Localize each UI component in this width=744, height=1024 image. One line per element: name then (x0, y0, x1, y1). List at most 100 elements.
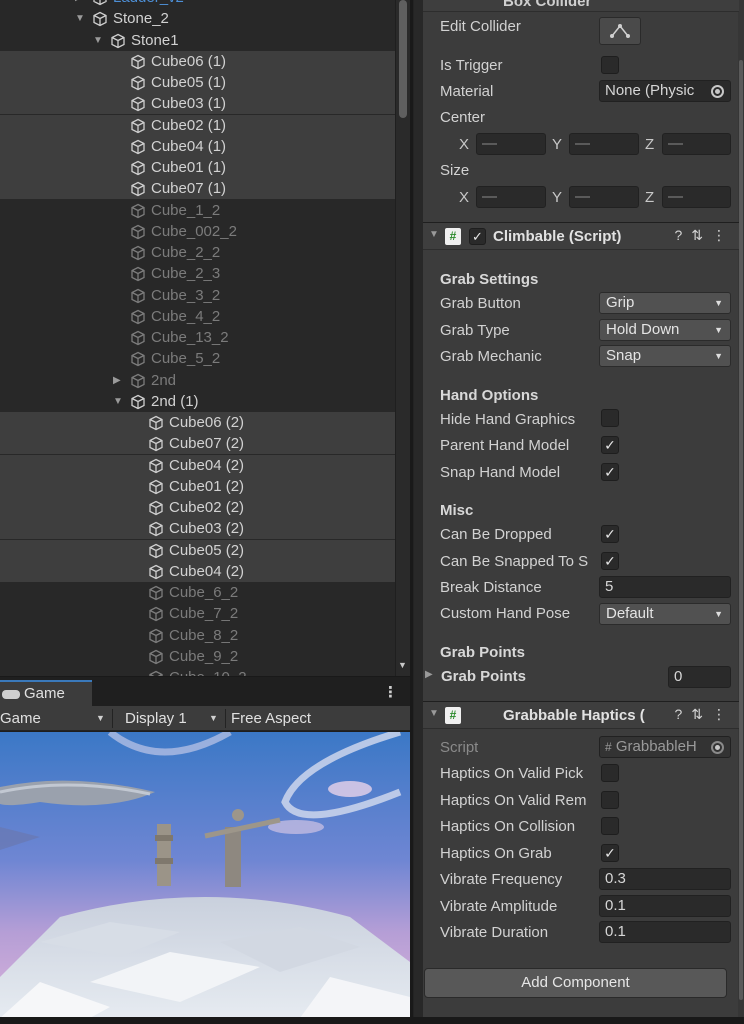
foldout-right-icon[interactable]: ▶ (113, 370, 121, 391)
script-field: # GrabbableH (599, 736, 731, 758)
can-be-snapped-checkbox[interactable]: ✓ (601, 552, 619, 570)
inspector-scrollbar[interactable] (738, 0, 744, 1017)
parent-hand-model-checkbox[interactable]: ✓ (601, 436, 619, 454)
grabbable-haptics-header[interactable]: ▼ # Grabbable Haptics ( ?⇅⋮ (423, 701, 739, 729)
hierarchy-row[interactable]: Cube_8_2 (0, 625, 395, 646)
hierarchy-scrollbar-thumb[interactable] (399, 0, 407, 118)
haptics-on-grab-checkbox[interactable]: ✓ (601, 844, 619, 862)
game-render-viewport[interactable] (0, 732, 410, 1018)
kebab-menu-icon[interactable]: ⋮ (712, 706, 735, 722)
hierarchy-row[interactable]: ▼ 2nd (1) (0, 391, 395, 412)
game-mode-dropdown[interactable]: Game ▼ (0, 706, 112, 731)
hierarchy-scrollbar[interactable]: ▼ (395, 0, 410, 676)
tab-game[interactable]: Game (0, 680, 92, 707)
foldout-down-icon[interactable]: ▼ (429, 229, 439, 240)
vibrate-amplitude-field[interactable]: 0.1 (599, 895, 731, 917)
is-trigger-checkbox[interactable] (601, 56, 619, 74)
haptics-on-valid-rem-checkbox[interactable] (601, 791, 619, 809)
foldout-right-icon[interactable]: ▶ (75, 0, 83, 8)
edit-collider-button[interactable] (599, 17, 641, 45)
hierarchy-row[interactable]: Cube_9_2 (0, 646, 395, 667)
scroll-down-arrow-icon[interactable]: ▼ (398, 660, 407, 670)
climbable-component-header[interactable]: ▼ # ✓ Climbable (Script) ?⇅⋮ (423, 222, 739, 250)
box-collider-header[interactable]: Box Collider (423, 0, 739, 12)
help-icon[interactable]: ? (674, 706, 691, 722)
hierarchy-row[interactable]: Cube_1_2 (0, 200, 395, 221)
foldout-down-icon[interactable]: ▼ (113, 391, 123, 412)
hierarchy-row[interactable]: Cube05 (1) (0, 72, 395, 93)
hierarchy-row[interactable]: Cube_002_2 (0, 221, 395, 242)
grab-button-dropdown[interactable]: Grip ▼ (599, 292, 731, 314)
center-x-field[interactable]: — (476, 133, 546, 155)
hierarchy-row[interactable]: Cube06 (2) (0, 412, 395, 433)
hierarchy-row[interactable]: Cube07 (1) (0, 178, 395, 200)
hierarchy-row[interactable]: Cube02 (2) (0, 497, 395, 518)
inspector-scrollbar-thumb[interactable] (739, 60, 743, 1000)
hide-hand-graphics-checkbox[interactable] (601, 409, 619, 427)
climbable-enabled-checkbox[interactable]: ✓ (469, 228, 486, 245)
cube-icon (148, 500, 164, 516)
cube-icon (130, 139, 146, 155)
game-menu-icon[interactable]: ⋮ (383, 683, 398, 701)
hierarchy-row[interactable]: Cube_2_2 (0, 242, 395, 263)
grab-button-value: Grip (606, 294, 635, 311)
hierarchy-row[interactable]: Cube04 (2) (0, 454, 395, 476)
hierarchy-row[interactable]: Cube01 (1) (0, 157, 395, 178)
size-z-field[interactable]: — (662, 186, 731, 208)
presets-icon[interactable]: ⇅ (691, 227, 712, 243)
object-picker-icon[interactable] (711, 85, 724, 98)
hierarchy-row[interactable]: Cube_10_2 (0, 667, 395, 676)
hierarchy-row[interactable]: Cube06 (1) (0, 50, 395, 72)
hierarchy-row[interactable]: Cube04 (1) (0, 135, 395, 157)
foldout-right-icon[interactable]: ▶ (425, 669, 433, 680)
grab-points-foldout-label[interactable]: Grab Points (441, 668, 526, 685)
vibrate-duration-field[interactable]: 0.1 (599, 921, 731, 943)
haptics-on-collision-checkbox[interactable] (601, 817, 619, 835)
hierarchy-row-label: Cube05 (2) (169, 541, 245, 559)
grab-points-size-field[interactable]: 0 (668, 666, 731, 688)
script-label: Script (440, 739, 479, 756)
presets-icon[interactable]: ⇅ (691, 706, 712, 722)
grab-type-dropdown[interactable]: Hold Down ▼ (599, 319, 731, 341)
hierarchy-row[interactable]: Cube02 (1) (0, 114, 395, 136)
snap-hand-model-checkbox[interactable]: ✓ (601, 463, 619, 481)
foldout-down-icon[interactable]: ▼ (75, 8, 85, 29)
custom-hand-pose-dropdown[interactable]: Default ▼ (599, 603, 731, 625)
chevron-down-icon: ▼ (714, 325, 723, 335)
hierarchy-row[interactable]: ▼ Stone_2 (0, 8, 395, 29)
hierarchy-row[interactable]: Cube_6_2 (0, 582, 395, 603)
foldout-down-icon[interactable]: ▼ (93, 30, 103, 51)
hierarchy-row[interactable]: Cube07 (2) (0, 433, 395, 455)
size-x-field[interactable]: — (476, 186, 546, 208)
hierarchy-row[interactable]: Cube05 (2) (0, 539, 395, 561)
aspect-dropdown[interactable]: Free Aspect (226, 706, 410, 731)
hierarchy-row[interactable]: Cube_5_2 (0, 348, 395, 369)
foldout-down-icon[interactable]: ▼ (429, 708, 439, 719)
help-icon[interactable]: ? (674, 227, 691, 243)
hierarchy-row[interactable]: Cube_3_2 (0, 285, 395, 306)
add-component-button[interactable]: Add Component (424, 968, 727, 998)
hierarchy-row[interactable]: Cube01 (2) (0, 475, 395, 497)
hierarchy-row[interactable]: Cube03 (1) (0, 93, 395, 115)
vibrate-frequency-field[interactable]: 0.3 (599, 868, 731, 890)
hierarchy-row[interactable]: Cube03 (2) (0, 518, 395, 540)
break-distance-field[interactable]: 5 (599, 576, 731, 598)
hierarchy-row[interactable]: Cube_4_2 (0, 306, 395, 327)
grab-mechanic-dropdown[interactable]: Snap ▼ (599, 345, 731, 367)
center-z-field[interactable]: — (662, 133, 731, 155)
kebab-menu-icon[interactable]: ⋮ (712, 227, 735, 243)
size-y-field[interactable]: — (569, 186, 639, 208)
can-be-dropped-checkbox[interactable]: ✓ (601, 525, 619, 543)
hierarchy-row[interactable]: ▶ 2nd (0, 370, 395, 391)
display-dropdown[interactable]: Display 1 ▼ (113, 706, 225, 731)
vibrate-amplitude-label: Vibrate Amplitude (440, 898, 558, 915)
hierarchy-row[interactable]: Cube_13_2 (0, 327, 395, 348)
hierarchy-row[interactable]: Cube04 (2) (0, 560, 395, 582)
center-y-field[interactable]: — (569, 133, 639, 155)
hierarchy-row[interactable]: ▶ Ladder_v2 (0, 0, 395, 8)
material-field[interactable]: None (Physic (599, 80, 731, 102)
hierarchy-row[interactable]: ▼ Stone1 (0, 30, 395, 51)
hierarchy-row[interactable]: Cube_2_3 (0, 263, 395, 284)
hierarchy-row[interactable]: Cube_7_2 (0, 603, 395, 624)
haptics-on-valid-pick-checkbox[interactable] (601, 764, 619, 782)
